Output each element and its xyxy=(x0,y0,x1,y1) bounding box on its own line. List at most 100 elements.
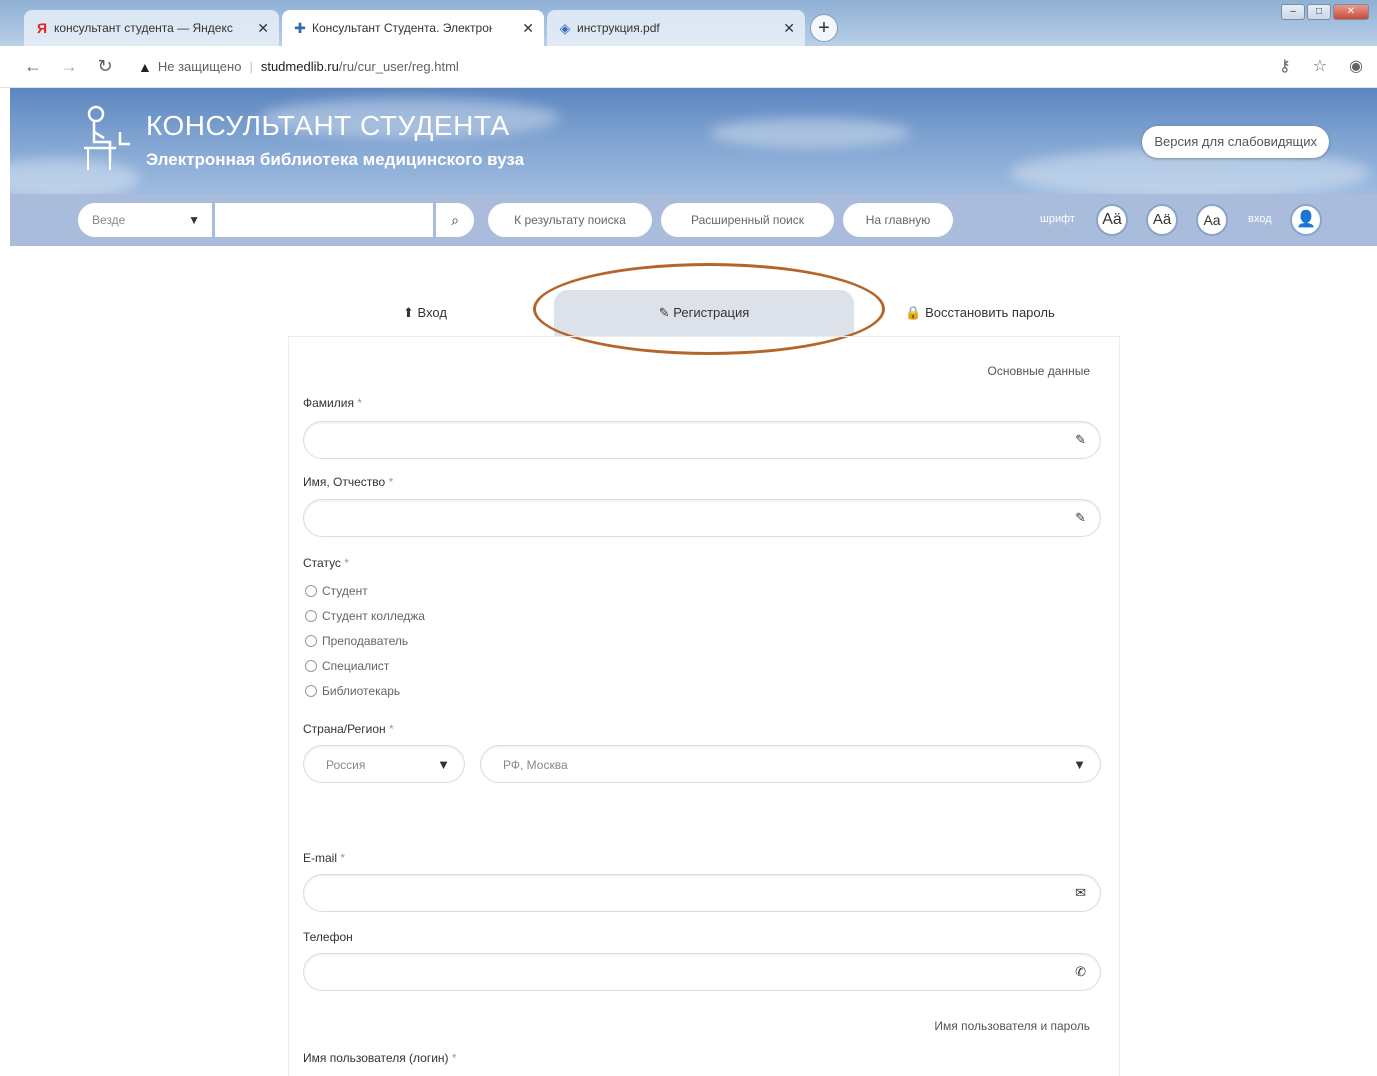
new-tab-button[interactable]: + xyxy=(810,14,838,42)
email-field[interactable]: ✉ xyxy=(303,874,1101,912)
browser-tab-yandex[interactable]: Я консультант студента — Яндекс ✕ xyxy=(24,10,279,46)
home-button[interactable]: На главную xyxy=(843,203,953,237)
status-radio-student[interactable]: Студент xyxy=(305,584,368,598)
radio-button[interactable] xyxy=(305,585,317,597)
radio-label: Студент xyxy=(322,584,368,598)
country-label: Страна/Регион * xyxy=(303,722,394,736)
search-scope-select[interactable]: Везде ▼ xyxy=(78,203,212,237)
region-value: РФ, Москва xyxy=(503,758,568,772)
tab-restore-password[interactable]: 🔒 Восстановить пароль xyxy=(880,290,1080,336)
phone-label: Телефон xyxy=(303,930,353,944)
key-icon[interactable]: ⚷ xyxy=(1279,56,1291,76)
search-input[interactable] xyxy=(215,203,433,237)
required-mark: * xyxy=(344,556,349,570)
required-mark: * xyxy=(389,722,394,736)
section-credentials: Имя пользователя и пароль xyxy=(934,1019,1090,1033)
phone-field[interactable]: ✆ xyxy=(303,953,1101,991)
region-select[interactable]: РФ, Москва ▼ xyxy=(480,745,1101,783)
chevron-down-icon: ▼ xyxy=(437,757,450,772)
site-title[interactable]: КОНСУЛЬТАНТ СТУДЕНТА xyxy=(146,110,510,142)
security-status: Не защищено xyxy=(157,59,242,74)
tab-login[interactable]: ⬆ Вход xyxy=(350,290,500,336)
font-label: шрифт xyxy=(1040,213,1075,225)
surname-label: Фамилия * xyxy=(303,396,362,410)
advanced-search-button[interactable]: Расширенный поиск xyxy=(661,203,834,237)
surname-field[interactable]: ✎ xyxy=(303,421,1101,459)
name-label-text: Имя, Отчество xyxy=(303,475,386,489)
envelope-icon: ✉ xyxy=(1075,885,1086,900)
radio-button[interactable] xyxy=(305,660,317,672)
radio-label: Библиотекарь xyxy=(322,684,401,698)
reload-icon[interactable]: ↻ xyxy=(92,56,118,77)
tab-title: консультант студента — Яндекс xyxy=(54,21,233,35)
tab-restore-label: Восстановить пароль xyxy=(925,305,1055,320)
cloud-decoration xyxy=(710,118,910,148)
chevron-down-icon: ▼ xyxy=(188,213,200,227)
radio-button[interactable] xyxy=(305,685,317,697)
url-path: /ru/cur_user/reg.html xyxy=(338,59,459,74)
url-field[interactable]: ▲ Не защищено | studmedlib.ru /ru/cur_us… xyxy=(138,59,459,75)
lock-icon: 🔒 xyxy=(905,305,926,320)
tab-login-label: Вход xyxy=(417,305,447,320)
status-label: Статус * xyxy=(303,556,349,570)
address-bar: ← → ↻ ▲ Не защищено | studmedlib.ru /ru/… xyxy=(0,46,1377,88)
pdf-icon: ◈ xyxy=(559,20,571,36)
phone-label-text: Телефон xyxy=(303,930,353,944)
window-controls: – □ ✕ xyxy=(1281,4,1369,20)
user-login-icon[interactable]: 👤 xyxy=(1290,204,1322,236)
country-select[interactable]: Россия ▼ xyxy=(303,745,465,783)
maximize-button[interactable]: □ xyxy=(1307,4,1331,20)
forward-arrow-icon[interactable]: → xyxy=(56,56,82,77)
site-header: КОНСУЛЬТАНТ СТУДЕНТА Электронная библиот… xyxy=(10,88,1377,194)
name-field[interactable]: ✎ xyxy=(303,499,1101,537)
radio-label: Студент колледжа xyxy=(322,609,425,623)
section-main-data: Основные данные xyxy=(987,364,1091,378)
search-icon[interactable]: ⌕ xyxy=(436,203,474,237)
status-radio-college-student[interactable]: Студент колледжа xyxy=(305,609,425,623)
search-scope-value: Везде xyxy=(92,213,126,227)
to-results-button[interactable]: К результату поиска xyxy=(488,203,652,237)
star-icon[interactable]: ☆ xyxy=(1313,56,1327,76)
back-arrow-icon[interactable]: ← xyxy=(20,56,46,77)
radio-label: Преподаватель xyxy=(322,634,409,648)
close-tab-icon[interactable]: ✕ xyxy=(257,20,269,37)
close-tab-icon[interactable]: ✕ xyxy=(783,20,795,37)
radio-button[interactable] xyxy=(305,635,317,647)
browser-tab-studmedlib[interactable]: ✚ Консультант Студента. Электронная ✕ xyxy=(282,10,544,46)
yandex-icon: Я xyxy=(36,20,48,36)
phone-icon: ✆ xyxy=(1075,964,1086,979)
status-radio-teacher[interactable]: Преподаватель xyxy=(305,634,408,648)
status-radio-specialist[interactable]: Специалист xyxy=(305,659,389,673)
close-tab-icon[interactable]: ✕ xyxy=(522,20,534,37)
font-size-small-button[interactable]: Aa xyxy=(1196,204,1228,236)
required-mark: * xyxy=(451,1051,457,1065)
address-bar-actions: ⚷ ☆ ◉ xyxy=(1279,56,1363,76)
minimize-button[interactable]: – xyxy=(1281,4,1305,20)
url-separator: | xyxy=(249,59,253,74)
tab-title: Консультант Студента. Электронная xyxy=(312,21,492,35)
email-label-text: E-mail xyxy=(303,851,338,865)
radio-button[interactable] xyxy=(305,610,317,622)
surname-label-text: Фамилия xyxy=(303,396,354,410)
window-close-button[interactable]: ✕ xyxy=(1333,4,1369,20)
status-label-text: Статус xyxy=(303,556,341,570)
search-bar: Везде ▼ ⌕ К результату поиска Расширенны… xyxy=(10,194,1377,246)
profile-icon[interactable]: ◉ xyxy=(1349,56,1363,76)
required-mark: * xyxy=(388,475,394,489)
login-label: вход xyxy=(1248,213,1272,225)
browser-tab-pdf[interactable]: ◈ инструкция.pdf ✕ xyxy=(547,10,805,46)
tab-title: инструкция.pdf xyxy=(577,21,660,35)
user-icon: ⬆ xyxy=(403,305,418,320)
font-size-large-button[interactable]: Aä xyxy=(1096,204,1128,236)
pencil-icon: ✎ xyxy=(1075,432,1086,447)
status-radio-librarian[interactable]: Библиотекарь xyxy=(305,684,400,698)
site-subtitle: Электронная библиотека медицинского вуза xyxy=(146,150,525,169)
low-vision-button[interactable]: Версия для слабовидящих xyxy=(1142,126,1329,158)
country-value: Россия xyxy=(326,758,366,772)
username-label: Имя пользователя (логин) * xyxy=(303,1051,457,1065)
country-label-text: Страна/Регион xyxy=(303,722,386,736)
email-label: E-mail * xyxy=(303,851,345,865)
student-logo-icon xyxy=(84,105,130,170)
url-host: studmedlib.ru xyxy=(260,59,339,74)
font-size-medium-button[interactable]: Aä xyxy=(1146,204,1178,236)
